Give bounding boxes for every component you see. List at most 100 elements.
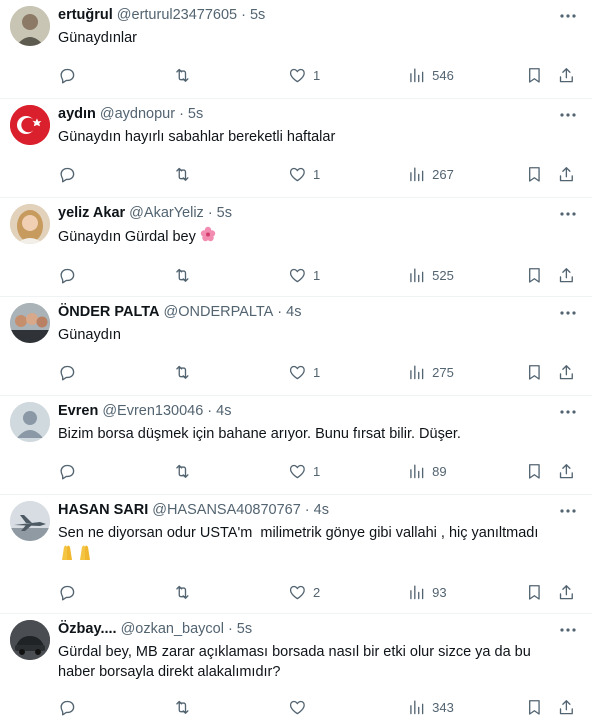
retweet-icon	[176, 167, 189, 181]
reply-button[interactable]	[58, 165, 173, 184]
bookmark-button[interactable]	[525, 462, 544, 481]
reply-button[interactable]	[58, 698, 173, 717]
display-name[interactable]: Özbay....	[58, 620, 117, 639]
like-button[interactable]: 1	[288, 266, 407, 285]
more-options-icon[interactable]	[558, 404, 578, 420]
user-handle[interactable]: @Evren130046	[102, 402, 203, 421]
tweet[interactable]: ÖNDER PALTA @ONDERPALTA · 4s Günaydın 1 …	[0, 297, 592, 396]
like-count: 1	[313, 166, 321, 182]
avatar-photo-group[interactable]	[10, 303, 50, 343]
tweet[interactable]: yeliz Akar @AkarYeliz · 5s Günaydın Gürd…	[0, 198, 592, 297]
view-count: 93	[432, 584, 447, 600]
share-icon	[560, 584, 574, 599]
view-count: 525	[432, 267, 454, 283]
more-options-icon[interactable]	[558, 107, 578, 123]
tweet-text: Günaydın hayırlı sabahlar bereketli haft…	[58, 129, 336, 145]
tweet-text: Günaydınlar	[58, 30, 137, 46]
bookmark-button[interactable]	[525, 698, 544, 717]
views-button[interactable]: 267	[407, 165, 524, 184]
timestamp[interactable]: 4s	[286, 303, 301, 322]
share-button[interactable]	[557, 165, 576, 184]
display-name[interactable]: yeliz Akar	[58, 204, 125, 223]
user-handle[interactable]: @ONDERPALTA	[164, 303, 274, 322]
reply-icon	[60, 268, 75, 284]
reply-button[interactable]	[58, 363, 173, 382]
timestamp[interactable]: 4s	[216, 402, 231, 421]
like-button[interactable]: 1	[288, 462, 407, 481]
views-button[interactable]: 525	[407, 266, 524, 285]
tweet-text: Gürdal bey, MB zarar açıklaması borsada …	[58, 644, 535, 680]
reply-icon	[60, 68, 75, 84]
more-options-icon[interactable]	[558, 503, 578, 519]
like-button[interactable]: 1	[288, 363, 407, 382]
tweet[interactable]: ertuğrul @erturul23477605 · 5s Günaydınl…	[0, 0, 592, 99]
more-options-icon[interactable]	[558, 305, 578, 321]
display-name[interactable]: HASAN SARI	[58, 501, 148, 520]
timestamp[interactable]: 5s	[237, 620, 252, 639]
more-options-icon[interactable]	[558, 622, 578, 638]
tweet[interactable]: aydın @aydnopur · 5s Günaydın hayırlı sa…	[0, 99, 592, 198]
user-handle[interactable]: @erturul23477605	[117, 6, 237, 25]
retweet-icon	[176, 585, 189, 599]
reply-button[interactable]	[58, 266, 173, 285]
timestamp[interactable]: 4s	[314, 501, 329, 520]
retweet-button[interactable]	[173, 698, 288, 717]
tweet[interactable]: Özbay.... @ozkan_baycol · 5s Gürdal bey,…	[0, 614, 592, 716]
default-user-avatar[interactable]	[10, 402, 50, 442]
display-name[interactable]: aydın	[58, 105, 96, 124]
separator-dot: ·	[179, 106, 184, 122]
reply-button[interactable]	[58, 66, 173, 85]
more-options-icon[interactable]	[558, 8, 578, 24]
like-button[interactable]: 1	[288, 66, 407, 85]
retweet-button[interactable]	[173, 66, 288, 85]
avatar-photo-car[interactable]	[10, 620, 50, 660]
views-button[interactable]: 89	[407, 462, 524, 481]
tweet[interactable]: HASAN SARI @HASANSA40870767 · 4s Sen ne …	[0, 495, 592, 614]
user-handle[interactable]: @aydnopur	[100, 105, 175, 124]
share-button[interactable]	[557, 583, 576, 602]
bookmark-button[interactable]	[525, 583, 544, 602]
display-name[interactable]: ÖNDER PALTA	[58, 303, 160, 322]
share-button[interactable]	[557, 266, 576, 285]
user-handle[interactable]: @HASANSA40870767	[152, 501, 301, 520]
share-button[interactable]	[557, 363, 576, 382]
views-button[interactable]: 275	[407, 363, 524, 382]
display-name[interactable]: ertuğrul	[58, 6, 113, 25]
reply-button[interactable]	[58, 462, 173, 481]
bookmark-button[interactable]	[525, 165, 544, 184]
retweet-button[interactable]	[173, 266, 288, 285]
timestamp[interactable]: 5s	[217, 204, 232, 223]
views-button[interactable]: 93	[407, 583, 524, 602]
share-button[interactable]	[557, 698, 576, 717]
timestamp[interactable]: 5s	[188, 105, 203, 124]
retweet-button[interactable]	[173, 363, 288, 382]
retweet-button[interactable]	[173, 165, 288, 184]
reply-icon	[60, 167, 75, 183]
tweet[interactable]: Evren @Evren130046 · 4s Bizim borsa düşm…	[0, 396, 592, 495]
user-handle[interactable]: @AkarYeliz	[129, 204, 204, 223]
avatar-photo-man[interactable]	[10, 6, 50, 46]
like-button[interactable]: 1	[288, 165, 407, 184]
more-options-icon[interactable]	[558, 206, 578, 222]
user-handle[interactable]: @ozkan_baycol	[121, 620, 224, 639]
retweet-button[interactable]	[173, 462, 288, 481]
bookmark-button[interactable]	[525, 266, 544, 285]
reply-button[interactable]	[58, 583, 173, 602]
like-button[interactable]	[288, 698, 407, 717]
views-button[interactable]: 343	[407, 698, 524, 717]
turkish-flag-avatar[interactable]	[10, 105, 50, 145]
bookmark-button[interactable]	[525, 363, 544, 382]
reply-icon	[60, 365, 75, 381]
avatar-photo-jet[interactable]	[10, 501, 50, 541]
share-button[interactable]	[557, 462, 576, 481]
separator-dot: ·	[241, 7, 246, 23]
retweet-icon	[176, 700, 189, 714]
views-button[interactable]: 546	[407, 66, 524, 85]
like-button[interactable]: 2	[288, 583, 407, 602]
timestamp[interactable]: 5s	[250, 6, 265, 25]
share-button[interactable]	[557, 66, 576, 85]
display-name[interactable]: Evren	[58, 402, 98, 421]
bookmark-button[interactable]	[525, 66, 544, 85]
avatar-photo-woman[interactable]	[10, 204, 50, 244]
retweet-button[interactable]	[173, 583, 288, 602]
